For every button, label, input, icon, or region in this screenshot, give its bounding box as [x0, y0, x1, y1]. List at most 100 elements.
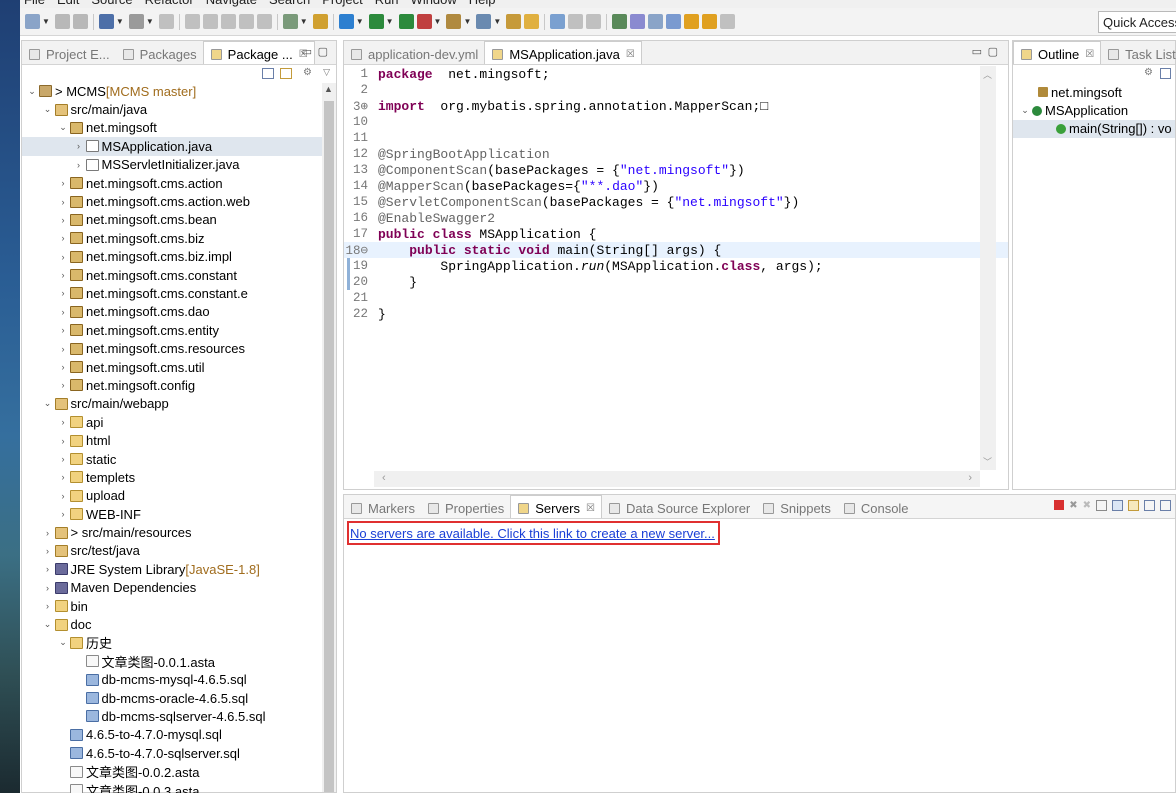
expanded-icon[interactable]: ⌄	[26, 86, 38, 97]
code-line[interactable]: 12 @SpringBootApplication	[344, 146, 1008, 162]
tree-item[interactable]: › net.mingsoft.config	[22, 376, 322, 394]
collapsed-icon[interactable]: ›	[57, 472, 69, 482]
code-line[interactable]: 16 @EnableSwagger2	[344, 210, 1008, 226]
code-line[interactable]: 10	[344, 114, 1008, 130]
code-line[interactable]: 18⊖ public static void main(String[] arg…	[344, 242, 1008, 258]
class-item[interactable]: ⌄ MSApplication	[1013, 101, 1175, 119]
expanded-icon[interactable]: ⌄	[57, 637, 69, 648]
dropdown-arrow-icon[interactable]: ▼	[463, 17, 471, 26]
code-line[interactable]: 19 SpringApplication.run(MSApplication.c…	[344, 258, 1008, 274]
filter-icon[interactable]: ⚙	[303, 67, 312, 78]
collapsed-icon[interactable]: ›	[42, 528, 54, 538]
toolbar-button-icon[interactable]	[398, 14, 414, 29]
code-line[interactable]: 13 @ComponentScan(basePackages = {"net.mi…	[344, 162, 1008, 178]
code-line[interactable]: 22}	[344, 306, 1008, 322]
dropdown-arrow-icon[interactable]: ▼	[42, 17, 50, 26]
tree-item[interactable]: ⌄ doc	[22, 615, 322, 633]
tree-item[interactable]: ⌄ src/main/java	[22, 100, 322, 118]
menu-item-search[interactable]: Search	[269, 0, 310, 7]
toolbar-button-icon[interactable]	[158, 14, 174, 29]
tree-item[interactable]: › > src/main/resources	[22, 523, 322, 541]
toolbar-button-icon[interactable]	[338, 14, 354, 29]
publish-icon[interactable]	[1096, 500, 1107, 511]
collapse-all-icon[interactable]	[1160, 68, 1171, 79]
toolbar-button-icon[interactable]	[506, 14, 522, 29]
tree-item[interactable]: › api	[22, 413, 322, 431]
toolbar-button-icon[interactable]	[256, 14, 272, 29]
collapsed-icon[interactable]: ›	[57, 307, 69, 317]
collapsed-icon[interactable]: ›	[57, 380, 69, 390]
tree-item[interactable]: 文章类图-0.0.3.asta	[22, 781, 322, 793]
menu-item-edit[interactable]: Edit	[57, 0, 79, 7]
toolbar-button-icon[interactable]	[586, 14, 602, 29]
editor-horizontal-scrollbar[interactable]: ‹ ›	[374, 471, 980, 487]
toolbar-button-icon[interactable]	[282, 14, 298, 29]
toolbar-button-icon[interactable]	[128, 14, 144, 29]
link-editor-icon[interactable]	[280, 68, 292, 79]
editor-tab-0[interactable]: application-dev.yml	[344, 42, 484, 64]
tree-item[interactable]: 文章类图-0.0.1.asta	[22, 652, 322, 670]
view-menu-icon[interactable]: ▽	[323, 67, 330, 78]
tree-item[interactable]: › net.mingsoft.cms.action.web	[22, 192, 322, 210]
collapsed-icon[interactable]: ›	[42, 601, 54, 611]
outline-tab-1[interactable]: Task List	[1101, 42, 1176, 64]
toolbar-button-icon[interactable]	[202, 14, 218, 29]
toolbar-button-icon[interactable]	[25, 14, 40, 29]
tree-item[interactable]: 4.6.5-to-4.7.0-sqlserver.sql	[22, 744, 322, 762]
scroll-up-icon[interactable]: ︿	[983, 68, 992, 81]
menu-item-project[interactable]: Project	[322, 0, 362, 7]
expanded-icon[interactable]: ⌄	[57, 122, 69, 133]
method-item[interactable]: main(String[]) : vo	[1013, 119, 1175, 139]
close-tab-icon[interactable]: ☒	[626, 49, 635, 60]
dropdown-arrow-icon[interactable]: ▼	[300, 17, 308, 26]
toolbar-button-icon[interactable]	[568, 14, 584, 29]
bottom-tab-2[interactable]: Servers ☒	[510, 495, 602, 518]
menu-item-source[interactable]: Source	[91, 0, 132, 7]
tree-item[interactable]: › templets	[22, 468, 322, 486]
menu-item-window[interactable]: Window	[411, 0, 457, 7]
editor-vertical-scrollbar[interactable]: ︿ ﹀	[980, 66, 996, 470]
menu-item-file[interactable]: File	[24, 0, 45, 7]
minimize-icon[interactable]: ▭	[972, 45, 982, 58]
close-tab-icon[interactable]: ☒	[586, 503, 595, 514]
collapsed-icon[interactable]: ›	[42, 564, 54, 574]
collapse-icon[interactable]	[1112, 500, 1123, 511]
code-line[interactable]: 2	[344, 82, 1008, 98]
expanded-icon[interactable]: ⌄	[42, 398, 54, 409]
tree-item[interactable]: › net.mingsoft.cms.biz	[22, 229, 322, 247]
tree-item[interactable]: › net.mingsoft.cms.entity	[22, 321, 322, 339]
toolbar-button-icon[interactable]	[684, 14, 700, 29]
bottom-tab-0[interactable]: Markers	[344, 496, 421, 518]
code-line[interactable]: 15 @ServletComponentScan(basePackages = {…	[344, 194, 1008, 210]
collapsed-icon[interactable]: ›	[57, 178, 69, 188]
code-line[interactable]: 21	[344, 290, 1008, 306]
tree-item[interactable]: › MSApplication.java	[22, 137, 322, 156]
left-panel-tab-1[interactable]: Packages	[116, 42, 203, 64]
toolbar-button-icon[interactable]	[612, 14, 628, 29]
tree-item[interactable]: ⌄ net.mingsoft	[22, 119, 322, 137]
code-line[interactable]: 17 public class MSApplication {	[344, 226, 1008, 242]
tree-item[interactable]: › net.mingsoft.cms.constant.e	[22, 284, 322, 302]
collapsed-icon[interactable]: ›	[57, 215, 69, 225]
tree-item[interactable]: db-mcms-mysql-4.6.5.sql	[22, 671, 322, 689]
tree-item[interactable]: › net.mingsoft.cms.action	[22, 174, 322, 192]
collapsed-icon[interactable]: ›	[57, 509, 69, 519]
collapsed-icon[interactable]: ›	[57, 197, 69, 207]
dropdown-arrow-icon[interactable]: ▼	[356, 17, 364, 26]
toolbar-button-icon[interactable]	[98, 14, 114, 29]
tree-item[interactable]: › bin	[22, 597, 322, 615]
bottom-tab-4[interactable]: Snippets	[756, 496, 837, 518]
toolbar-button-icon[interactable]	[720, 14, 736, 29]
toolbar-button-icon[interactable]	[368, 14, 384, 29]
toolbar-button-icon[interactable]	[476, 14, 492, 29]
scroll-left-icon[interactable]: ‹	[382, 472, 386, 484]
tree-item[interactable]: › static	[22, 450, 322, 468]
disconnect-icon[interactable]: ✖	[1069, 500, 1077, 511]
collapsed-icon[interactable]: ›	[57, 491, 69, 501]
tree-item[interactable]: › WEB-INF	[22, 505, 322, 523]
menu-item-help[interactable]: Help	[469, 0, 496, 7]
scrollbar-thumb[interactable]	[324, 101, 334, 792]
toolbar-button-icon[interactable]	[238, 14, 254, 29]
toolbar-button-icon[interactable]	[72, 14, 88, 29]
minimize-icon[interactable]: ▭	[302, 45, 312, 58]
